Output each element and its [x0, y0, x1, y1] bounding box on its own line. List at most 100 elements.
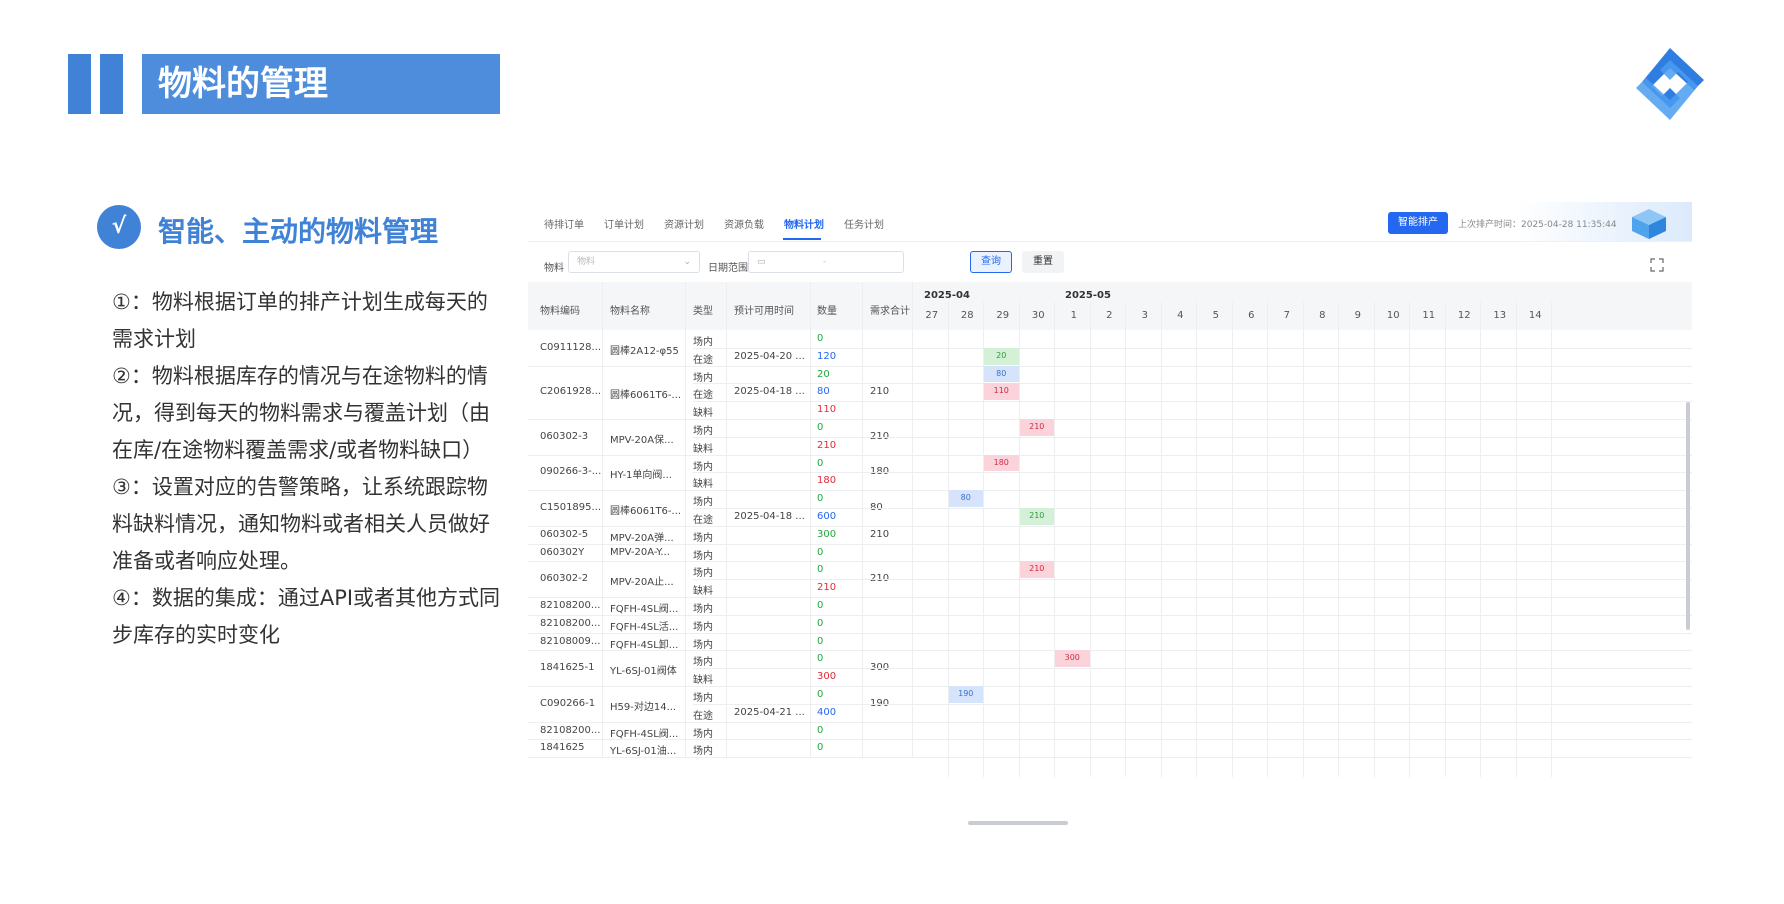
date-separator: -	[823, 257, 827, 267]
group-divider	[528, 419, 1692, 420]
quantity-value: 0	[817, 742, 824, 754]
material-code[interactable]: 82108009...	[540, 636, 600, 647]
material-code[interactable]: C090266-1	[540, 698, 595, 709]
day-divider	[1267, 302, 1268, 778]
material-name: YL-6SJ-01阀体	[610, 666, 677, 678]
tab-resource-load[interactable]: 资源负载	[724, 216, 764, 231]
stock-type: 场内	[693, 746, 713, 758]
gantt-cell[interactable]: 300	[1055, 650, 1090, 668]
query-button[interactable]: 查询	[970, 251, 1012, 273]
filter-bar: 物料 物料 ⌄ 日期范围 ▭ - 查询 重置	[528, 242, 1692, 282]
col-header-type: 类型	[693, 306, 713, 317]
gantt-cell[interactable]: 180	[984, 454, 1019, 472]
day-header-cell: 8	[1319, 310, 1326, 321]
day-header-cell: 12	[1457, 310, 1471, 321]
material-code[interactable]: C2061928...	[540, 386, 601, 397]
material-name: YL-6SJ-01油...	[610, 746, 677, 758]
row-divider	[693, 668, 1692, 670]
tab-order-plan[interactable]: 订单计划	[604, 216, 644, 231]
tab-material-plan[interactable]: 物料计划	[784, 216, 824, 231]
quantity-value: 0	[817, 617, 824, 629]
material-name: MPV-20A保...	[610, 434, 674, 446]
material-code[interactable]: 090266-3-...	[540, 466, 601, 477]
tab-resource-plan[interactable]: 资源计划	[664, 216, 704, 231]
date-range-picker[interactable]: ▭ -	[748, 251, 904, 273]
group-divider	[528, 686, 1692, 687]
stock-type: 缺料	[693, 408, 713, 420]
quantity-value: 0	[817, 564, 824, 576]
quantity-value: 0	[817, 635, 824, 647]
cube-illustration-icon	[1632, 209, 1666, 239]
material-code[interactable]: 060302-5	[540, 529, 588, 540]
material-code[interactable]: 82108200...	[540, 725, 600, 736]
section-subtitle: 智能、主动的物料管理	[158, 215, 439, 248]
material-code[interactable]: 060302-2	[540, 573, 588, 584]
chevron-down-icon: ⌄	[683, 257, 691, 267]
quantity-value: 400	[817, 706, 837, 718]
group-divider	[528, 632, 1692, 634]
bullet-item: ③：设置对应的告警策略，让系统跟踪物料缺料情况，通知物料或者相关人员做好准备或者…	[112, 475, 490, 573]
active-tab-indicator	[783, 238, 821, 240]
material-code[interactable]: C0911128...	[540, 342, 601, 353]
material-name: 圆棒2A12-φ55	[610, 345, 679, 357]
quantity-value: 0	[817, 333, 824, 344]
tab-pending-orders[interactable]: 待排订单	[544, 216, 584, 231]
day-header-cell: 6	[1248, 310, 1255, 321]
material-code[interactable]: 82108200...	[540, 600, 600, 611]
material-name: HY-1单向阀...	[610, 470, 672, 482]
month-label-april: 2025-04	[924, 290, 970, 301]
quantity-value: 180	[817, 475, 837, 487]
stock-type: 场内	[693, 337, 713, 348]
gantt-cell[interactable]: 210	[1019, 561, 1054, 579]
stock-type: 场内	[693, 728, 713, 740]
day-divider	[1480, 302, 1481, 778]
material-code[interactable]: 060302Y	[540, 547, 584, 558]
material-select-placeholder: 物料	[577, 257, 596, 267]
stock-type: 在途	[693, 515, 713, 526]
fullscreen-icon[interactable]	[1650, 258, 1664, 272]
reset-button[interactable]: 重置	[1022, 251, 1064, 273]
col-header-code: 物料编码	[540, 306, 580, 317]
group-divider	[528, 454, 1692, 456]
material-code[interactable]: 82108200...	[540, 618, 600, 629]
smart-schedule-button[interactable]: 智能排产	[1388, 212, 1448, 234]
material-code[interactable]: 1841625-1	[540, 662, 595, 673]
col-header-quantity: 数量	[817, 306, 837, 317]
gantt-cell[interactable]: 80	[948, 490, 983, 507]
gantt-cell[interactable]: 20	[984, 347, 1019, 365]
material-plan-table: 物料编码 物料名称 类型 预计可用时间 数量 需求合计 2025-04 2025…	[528, 282, 1692, 827]
day-divider	[1125, 302, 1126, 778]
day-divider	[1444, 302, 1446, 778]
material-code[interactable]: 060302-3	[540, 431, 588, 442]
calendar-icon: ▭	[757, 257, 766, 267]
day-divider	[1373, 302, 1375, 778]
day-divider	[947, 302, 949, 778]
gantt-cell[interactable]: 190	[948, 686, 983, 703]
row-divider	[693, 579, 1692, 581]
column-divider	[685, 282, 686, 758]
horizontal-scrollbar[interactable]	[968, 821, 1068, 825]
quantity-value: 210	[817, 439, 837, 451]
material-code[interactable]: 1841625	[540, 742, 585, 753]
gantt-cell[interactable]: 110	[984, 383, 1019, 401]
day-divider	[1054, 302, 1055, 778]
available-time: 2025-04-21 ...	[734, 706, 805, 718]
group-divider	[528, 490, 1692, 492]
material-select[interactable]: 物料 ⌄	[568, 251, 700, 273]
stock-type: 场内	[693, 693, 713, 704]
gantt-cell[interactable]: 210	[1019, 508, 1054, 525]
quantity-value: 0	[817, 493, 824, 505]
day-divider	[1231, 302, 1233, 778]
stock-type: 缺料	[693, 586, 713, 598]
quantity-value: 210	[817, 582, 837, 594]
vertical-scrollbar[interactable]	[1686, 402, 1690, 630]
row-divider	[693, 347, 1692, 349]
stock-type: 在途	[693, 710, 713, 722]
gantt-cell[interactable]: 210	[1019, 419, 1054, 436]
tab-task-plan[interactable]: 任务计划	[844, 216, 884, 231]
quantity-value: 0	[817, 600, 824, 611]
material-code[interactable]: C1501895...	[540, 502, 601, 513]
gantt-cell[interactable]: 80	[984, 365, 1019, 383]
column-divider	[912, 282, 913, 758]
date-range-label: 日期范围	[708, 263, 748, 274]
